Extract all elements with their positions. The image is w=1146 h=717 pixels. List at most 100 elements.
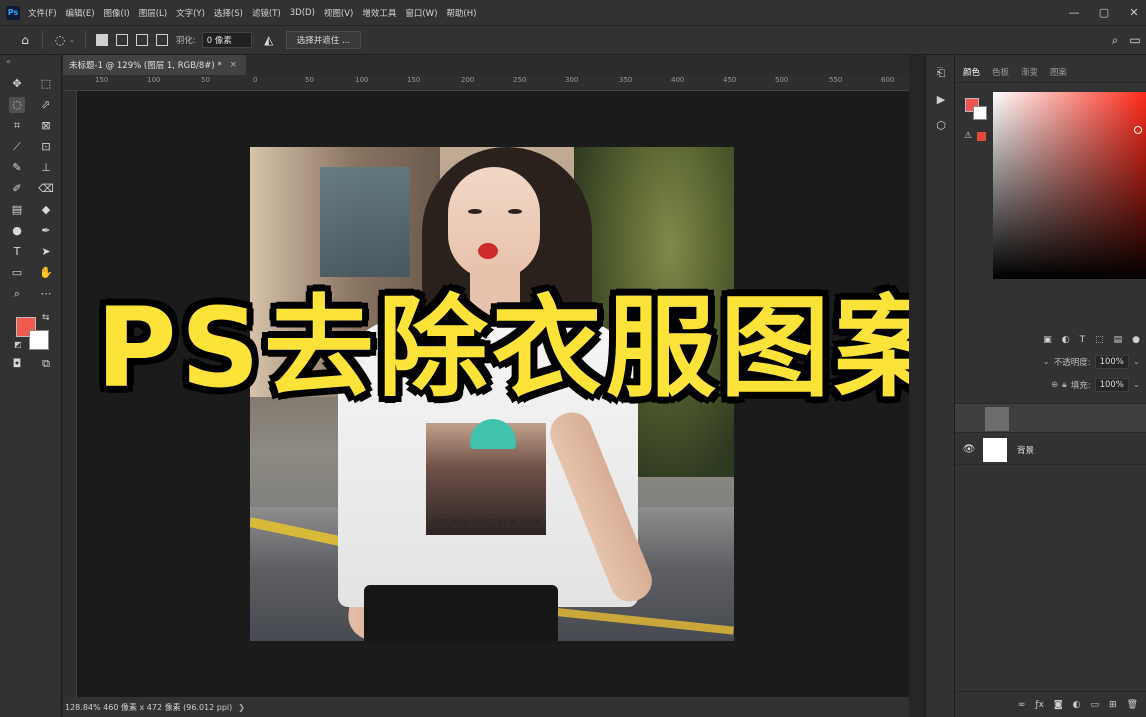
web-safe-swatch[interactable] (977, 132, 986, 141)
crop-tool-icon[interactable]: ⌗ (9, 118, 25, 134)
healing-brush-tool-icon[interactable]: ⊡ (38, 139, 54, 155)
close-document-icon[interactable]: × (230, 60, 237, 70)
hand-tool-icon[interactable]: ✋ (38, 265, 54, 281)
history-brush-tool-icon[interactable]: ✐ (9, 181, 25, 197)
panel-background-swatch[interactable] (973, 106, 987, 120)
ruler-label: 100 (355, 76, 369, 84)
chevron-down-icon[interactable]: ⌄ (1043, 357, 1050, 367)
tools-panel: « ✥ ⬚ ◌ ⬀ ⌗ ⊠ ⟋ ⊡ ✎ ⊥ ✐ ⌫ ▤ ◆ ● ✒ T ➤ ▭ ✋ ⌕ ⋯ ⇆ ◩ ◘… (0, 55, 62, 717)
background-color-swatch[interactable] (29, 330, 49, 350)
chevron-down-icon[interactable]: ⌄ (1133, 380, 1140, 390)
new-selection-icon[interactable] (95, 34, 108, 46)
default-colors-icon[interactable]: ◩ (14, 340, 22, 349)
lock-icon[interactable]: 🔒︎ (1062, 380, 1067, 390)
select-and-mask-button[interactable]: 选择并遮住 ... (285, 31, 362, 49)
maximize-icon[interactable]: ▢ (1098, 6, 1110, 19)
add-mask-icon[interactable]: ◙ (1054, 700, 1063, 710)
gamut-warning-icon[interactable]: ⚠ (964, 131, 972, 141)
workspace-icon[interactable]: ▭ (1128, 33, 1142, 47)
new-group-icon[interactable]: ▭ (1091, 700, 1100, 710)
menu-file[interactable]: 文件(F) (28, 7, 57, 19)
blur-tool-icon[interactable]: ◆ (38, 202, 54, 218)
clone-stamp-tool-icon[interactable]: ⊥ (38, 160, 54, 176)
add-to-selection-icon[interactable] (115, 34, 128, 46)
adjustment-layer-icon[interactable]: ◐ (1073, 700, 1081, 710)
vertical-ruler[interactable] (63, 91, 77, 697)
fill-input[interactable]: 100% (1094, 378, 1129, 392)
path-selection-tool-icon[interactable]: ➤ (38, 244, 54, 260)
menu-window[interactable]: 窗口(W) (405, 7, 437, 19)
eyedropper-tool-icon[interactable]: ⟋ (9, 139, 25, 155)
layer-row-background[interactable]: 👁︎ 背景 (955, 435, 1146, 465)
search-icon[interactable]: ⌕ (1108, 33, 1122, 47)
color-picker-field[interactable] (993, 92, 1146, 279)
link-layers-icon[interactable]: ∞ (1018, 700, 1026, 710)
tab-swatches[interactable]: 色板 (992, 66, 1009, 78)
lock-pixels-icon[interactable]: ⊕ (1051, 380, 1058, 390)
subtract-from-selection-icon[interactable] (135, 34, 148, 46)
actions-play-icon[interactable]: ▶ (933, 91, 949, 107)
filter-adjustment-icon[interactable]: ◐ (1062, 335, 1070, 345)
fx-icon[interactable]: ƒx (1035, 700, 1044, 710)
menu-image[interactable]: 图像(I) (104, 7, 130, 19)
filter-smart-object-icon[interactable]: ▤ (1114, 335, 1123, 345)
filter-toggle-icon[interactable]: ● (1132, 335, 1140, 345)
close-icon[interactable]: ✕ (1128, 6, 1140, 19)
marquee-tool-icon[interactable]: ⬚ (38, 76, 54, 92)
filter-type-icon[interactable]: T (1080, 335, 1086, 345)
pen-tool-icon[interactable]: ✒ (38, 223, 54, 239)
intersect-selection-icon[interactable] (155, 34, 168, 46)
menu-edit[interactable]: 编辑(E) (66, 7, 95, 19)
lasso-tool-icon[interactable]: ◌ (9, 96, 25, 113)
feather-input[interactable] (201, 32, 252, 48)
gradient-tool-icon[interactable]: ▤ (9, 202, 25, 218)
menu-help[interactable]: 帮助(H) (446, 7, 476, 19)
collapse-icon[interactable]: « (0, 55, 61, 73)
chevron-down-icon[interactable]: ⌄ (1133, 357, 1140, 367)
photo-pants (364, 585, 558, 641)
brush-tool-icon[interactable]: ✎ (9, 160, 25, 176)
menu-view[interactable]: 视图(V) (324, 7, 353, 19)
frame-tool-icon[interactable]: ⊠ (38, 118, 54, 134)
quick-mask-icon[interactable]: ◘ (9, 356, 25, 372)
opacity-input[interactable]: 100% (1094, 355, 1129, 369)
layer-row-selected[interactable] (955, 403, 1146, 433)
type-tool-icon[interactable]: T (9, 244, 25, 260)
photoshop-logo-icon: Ps (6, 5, 20, 20)
color-picker-marker[interactable] (1134, 126, 1142, 134)
minimize-icon[interactable]: — (1068, 6, 1080, 19)
move-tool-icon[interactable]: ✥ (9, 76, 25, 92)
eye-icon[interactable]: 👁︎ (955, 444, 983, 455)
filter-pixel-icon[interactable]: ▣ (1043, 335, 1052, 345)
filter-shape-icon[interactable]: ⬚ (1095, 335, 1104, 345)
menu-type[interactable]: 文字(Y) (176, 7, 205, 19)
color-panel-tabs: 颜色 色板 渐变 图案 (955, 61, 1146, 83)
menu-select[interactable]: 选择(S) (214, 7, 243, 19)
menu-plugins[interactable]: 增效工具 (362, 7, 396, 19)
new-layer-icon[interactable]: ⊞ (1109, 700, 1117, 710)
home-icon[interactable]: ⌂ (18, 33, 32, 47)
eraser-tool-icon[interactable]: ⌫ (38, 181, 54, 197)
rectangle-tool-icon[interactable]: ▭ (9, 265, 25, 281)
tab-patterns[interactable]: 图案 (1050, 66, 1067, 78)
menu-3d[interactable]: 3D(D) (290, 8, 315, 18)
history-icon[interactable]: ⎗ (933, 65, 949, 81)
3d-icon[interactable]: ⬡ (933, 117, 949, 133)
tab-color[interactable]: 颜色 (963, 66, 980, 78)
zoom-tool-icon[interactable]: ⌕ (9, 286, 25, 302)
more-tools-icon[interactable]: ⋯ (38, 286, 54, 302)
swap-colors-icon[interactable]: ⇆ (42, 313, 50, 323)
delete-layer-icon[interactable]: 🗑︎ (1127, 700, 1138, 710)
status-menu-icon[interactable]: ❯ (238, 703, 245, 712)
chevron-down-icon[interactable]: ⌄ (69, 36, 75, 44)
tab-gradients[interactable]: 渐变 (1021, 66, 1038, 78)
lasso-icon[interactable]: ◌ (53, 33, 67, 47)
menu-layer[interactable]: 图层(L) (139, 7, 167, 19)
anti-alias-icon[interactable]: ◭ (262, 33, 276, 47)
object-selection-tool-icon[interactable]: ⬀ (38, 97, 54, 113)
document-tab[interactable]: 未标题-1 @ 129% (图层 1, RGB/8#) * × (63, 55, 246, 75)
menu-filter[interactable]: 滤镜(T) (252, 7, 281, 19)
dodge-tool-icon[interactable]: ● (9, 223, 25, 239)
horizontal-ruler[interactable]: 150 100 50 0 50 100 150 200 250 300 350 … (63, 75, 909, 91)
screen-mode-icon[interactable]: ⧉ (38, 356, 54, 372)
